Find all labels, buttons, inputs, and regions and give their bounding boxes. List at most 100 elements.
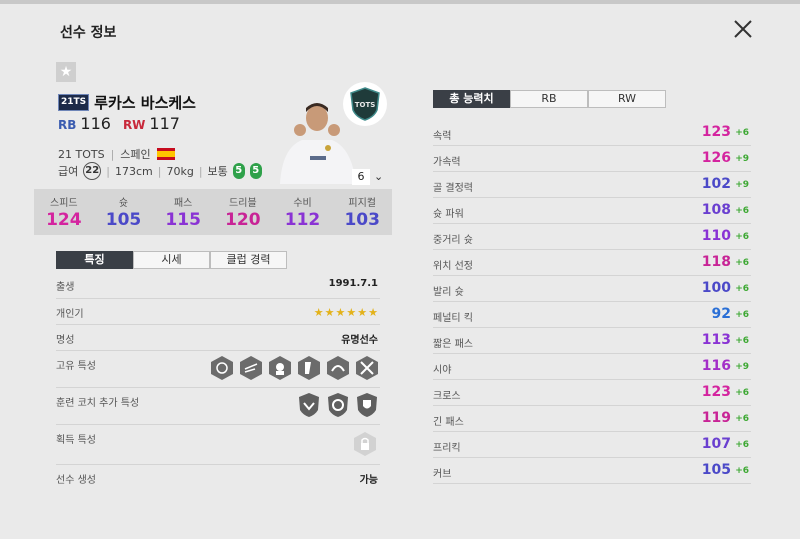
star-icon: ★	[346, 306, 357, 319]
enhancement-level[interactable]: 6	[352, 169, 370, 185]
ability-bonus: +9	[735, 180, 749, 190]
tab-traits[interactable]: 특징	[56, 251, 133, 269]
detail-value: 1991.7.1	[328, 278, 378, 289]
ability-list: 속력 123 +6 가속력 126 +9 골 결정력 102 +9 슛 파워 108 +6 중거리 슛 1…	[433, 120, 751, 484]
tab-club-career[interactable]: 클럽 경력	[210, 251, 287, 269]
skill-stars: ★ ★ ★ ★ ★ ★	[314, 306, 378, 319]
detail-label: 출생	[56, 282, 75, 293]
defender-icon[interactable]	[354, 392, 380, 418]
stamina-icon[interactable]	[325, 392, 351, 418]
outside-foot-icon[interactable]	[325, 355, 351, 381]
right-foot-badge: 5	[249, 163, 262, 179]
detail-value: 가능	[359, 475, 378, 486]
stat-value: 124	[46, 210, 82, 230]
detail-value: 유명선수	[341, 335, 378, 346]
stat-value: 105	[105, 210, 142, 230]
player-name: 루카스 바스케스	[94, 94, 196, 112]
power-header-icon[interactable]	[209, 355, 235, 381]
ability-bonus: +6	[735, 206, 749, 216]
stat-dribbling: 드리블 120	[213, 189, 273, 235]
ability-bonus: +6	[735, 310, 749, 320]
tab-price[interactable]: 시세	[133, 251, 210, 269]
aerial-icon[interactable]	[296, 392, 322, 418]
badge-text: TOTS	[355, 101, 376, 109]
player-physical: 급여 22 | 173cm | 70kg | 보통 5 5	[58, 162, 262, 180]
stat-label: 피지컬	[348, 198, 376, 209]
ability-row: 중거리 슛 110 +6	[433, 224, 751, 250]
season-badge: 21TS	[58, 94, 90, 111]
ability-value: 113	[701, 332, 731, 348]
stat-value: 115	[165, 210, 201, 230]
ability-value: 105	[701, 462, 731, 478]
ability-row: 짧은 패스 113 +6	[433, 328, 751, 354]
height-value: 173cm	[114, 164, 153, 178]
ability-name: 속력	[433, 131, 452, 142]
detail-label: 명성	[56, 335, 75, 346]
detail-label: 고유 특성	[56, 361, 96, 372]
chip-shot-icon[interactable]	[354, 355, 380, 381]
stat-label: 슛	[118, 198, 129, 209]
favorite-star-button[interactable]: ★	[56, 62, 76, 82]
ability-bonus: +6	[735, 232, 749, 242]
tab-position-rw[interactable]: RW	[588, 90, 666, 108]
ability-value: 116	[701, 358, 731, 374]
stat-passing: 패스 115	[153, 189, 213, 235]
ability-row: 속력 123 +6	[433, 120, 751, 146]
ability-bonus: +6	[735, 336, 749, 346]
nation-name: 스페인	[120, 148, 151, 161]
acquired-trait-icons	[352, 431, 378, 457]
ability-row: 프리킥 107 +6	[433, 432, 751, 458]
tab-position-rb[interactable]: RB	[510, 90, 588, 108]
tots-badge-icon: TOTS	[343, 82, 387, 126]
playmaker-icon[interactable]	[267, 355, 293, 381]
power-shot-icon[interactable]	[296, 355, 322, 381]
detail-unique-traits: 고유 특성	[56, 351, 380, 388]
season-name: 21 TOTS	[58, 147, 105, 161]
detail-label: 선수 생성	[56, 475, 96, 486]
ability-bonus: +6	[735, 284, 749, 294]
position-ratings: RB 116 RW 117	[58, 114, 180, 133]
page-title: 선수 정보	[60, 25, 117, 41]
ability-value: 110	[701, 228, 731, 244]
tab-total-stats[interactable]: 총 능력치	[433, 90, 510, 108]
ability-bonus: +6	[735, 414, 749, 424]
ability-name: 위치 선정	[433, 261, 473, 272]
ability-name: 가속력	[433, 157, 461, 168]
ability-name: 프리킥	[433, 443, 461, 454]
right-tab-bar: 총 능력치 RB RW	[433, 90, 666, 108]
ability-name: 슛 파워	[433, 209, 464, 220]
detail-fame: 명성 유명선수	[56, 325, 380, 351]
stat-speed: 스피드 124	[34, 189, 94, 235]
coach-trait-icons	[296, 392, 380, 418]
close-button[interactable]	[728, 14, 758, 44]
player-details: 출생 1991.7.1 개인기 ★ ★ ★ ★ ★ ★ 명성 유명선수 고유 특성	[56, 272, 380, 493]
main-stats-bar: 스피드 124 슛 105 패스 115 드리블 120 수비 112 피지컬 103	[34, 189, 392, 235]
ability-bonus: +6	[735, 128, 749, 138]
pay-value: 22	[83, 162, 102, 180]
ability-value: 119	[701, 410, 731, 426]
left-foot-badge: 5	[232, 163, 245, 179]
stat-value: 103	[344, 210, 380, 230]
ability-row: 골 결정력 102 +9	[433, 172, 751, 198]
ability-name: 발리 슛	[433, 287, 464, 298]
ability-value: 108	[701, 202, 731, 218]
ability-name: 긴 패스	[433, 417, 464, 428]
lock-icon	[354, 432, 376, 456]
ability-bonus: +6	[735, 466, 749, 476]
position-label: RW	[122, 118, 146, 132]
speed-dribbler-icon[interactable]	[238, 355, 264, 381]
ability-name: 짧은 패스	[433, 339, 473, 350]
ability-name: 커브	[433, 469, 452, 480]
close-icon	[734, 20, 752, 38]
weight-value: 70kg	[166, 164, 194, 178]
detail-player-creation: 선수 생성 가능	[56, 465, 380, 493]
ability-row: 크로스 123 +6	[433, 380, 751, 406]
ability-row: 시야 116 +9	[433, 354, 751, 380]
chevron-down-icon[interactable]: ⌄	[374, 170, 383, 183]
stat-label: 패스	[173, 198, 193, 209]
stat-label: 수비	[293, 198, 312, 209]
ability-bonus: +9	[735, 362, 749, 372]
stat-shooting: 슛 105	[94, 189, 154, 235]
ability-name: 중거리 슛	[433, 235, 473, 246]
position-ovr: 116	[80, 114, 111, 133]
